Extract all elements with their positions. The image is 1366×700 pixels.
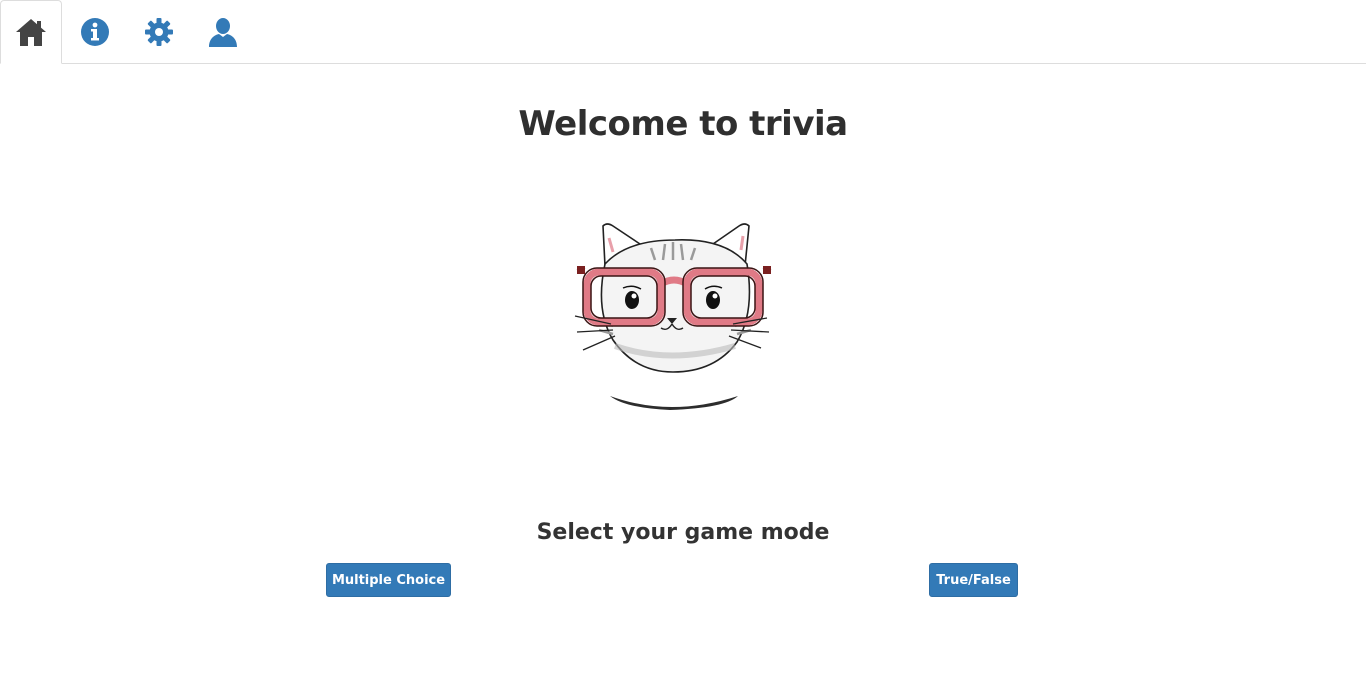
game-mode-heading: Select your game mode xyxy=(536,520,830,545)
user-icon xyxy=(207,17,239,47)
true-false-button[interactable]: True/False xyxy=(929,563,1018,597)
tab-settings[interactable] xyxy=(128,0,190,64)
cat-illustration xyxy=(555,160,785,412)
home-icon xyxy=(15,17,47,47)
tab-profile[interactable] xyxy=(192,0,254,64)
page-title: Welcome to trivia xyxy=(518,104,848,144)
multiple-choice-button[interactable]: Multiple Choice xyxy=(326,563,451,597)
tab-home[interactable] xyxy=(0,0,62,64)
gear-icon xyxy=(144,17,174,47)
info-icon xyxy=(80,17,110,47)
nav-tabs xyxy=(0,0,1366,64)
tab-info[interactable] xyxy=(64,0,126,64)
